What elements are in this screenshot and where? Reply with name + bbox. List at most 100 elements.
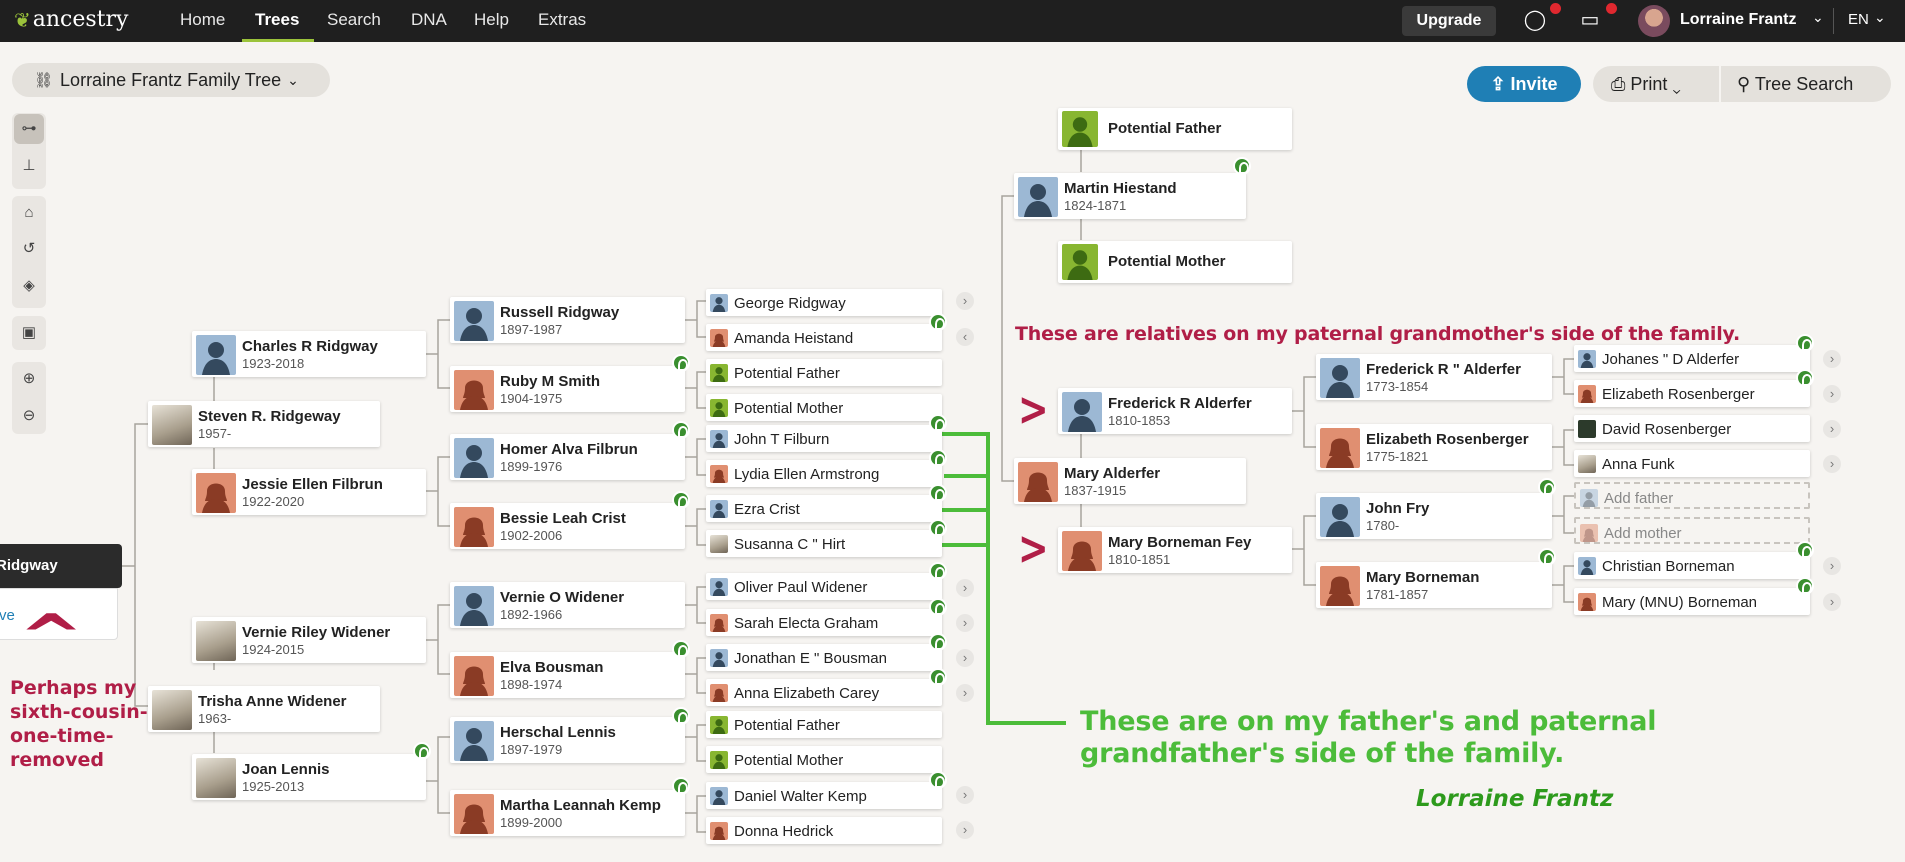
person-card-small[interactable]: John T Filburn [706, 425, 942, 452]
person-card-small[interactable]: Christian Borneman [1574, 552, 1810, 579]
person-card-small[interactable]: David Rosenberger [1574, 415, 1810, 442]
hint-leaf-icon[interactable] [1796, 577, 1814, 595]
person-dates: 1837-1915 [1064, 483, 1127, 498]
person-card-small[interactable]: Daniel Walter Kemp [706, 782, 942, 809]
unknown-avatar-icon [710, 751, 728, 769]
person-card[interactable]: Martha Leannah Kemp 1899-2000 [450, 790, 685, 836]
person-card-small[interactable]: Jonathan E " Bousman [706, 644, 942, 671]
chevron-right-icon[interactable]: › [956, 821, 974, 839]
hint-leaf-icon[interactable] [929, 313, 947, 331]
person-card[interactable]: Mary Borneman 1781-1857 [1316, 562, 1552, 608]
hint-leaf-icon[interactable] [929, 519, 947, 537]
person-card-small[interactable]: Lydia Ellen Armstrong [706, 460, 942, 487]
chevron-right-icon[interactable]: › [956, 786, 974, 804]
person-card[interactable]: Vernie Riley Widener 1924-2015 [192, 617, 426, 663]
female-avatar-icon [454, 656, 494, 696]
person-card[interactable]: John Fry 1780- [1316, 493, 1552, 539]
hint-leaf-icon[interactable] [1796, 541, 1814, 559]
person-card-small[interactable]: Anna Funk [1574, 450, 1810, 477]
person-card-small[interactable]: George Ridgway [706, 289, 942, 316]
person-card[interactable]: Joan Lennis 1925-2013 [192, 754, 426, 800]
person-card[interactable]: Herschal Lennis 1897-1979 [450, 717, 685, 763]
hint-leaf-icon[interactable] [413, 742, 431, 760]
hint-leaf-icon[interactable] [672, 777, 690, 795]
person-card[interactable]: Potential Father [1058, 108, 1292, 150]
person-card[interactable]: Steven R. Ridgeway 1957- [148, 401, 380, 447]
hint-leaf-icon[interactable] [672, 354, 690, 372]
chevron-right-icon[interactable]: › [1823, 350, 1841, 368]
person-card-small[interactable]: Oliver Paul Widener [706, 573, 942, 600]
person-card[interactable]: Charles R Ridgway 1923-2018 [192, 331, 426, 377]
add-father-card[interactable]: Add father [1574, 482, 1810, 509]
hint-leaf-icon[interactable] [929, 598, 947, 616]
person-photo [152, 405, 192, 445]
person-card[interactable]: Vernie O Widener 1892-1966 [450, 582, 685, 628]
person-card-small[interactable]: Mary (MNU) Borneman [1574, 588, 1810, 615]
hint-leaf-icon[interactable] [929, 771, 947, 789]
person-card[interactable]: Frederick R " Alderfer 1773-1854 [1316, 354, 1552, 400]
person-card-small[interactable]: Sarah Electa Graham [706, 609, 942, 636]
person-dates: 1963- [198, 711, 232, 726]
person-card[interactable]: Elva Bousman 1898-1974 [450, 652, 685, 698]
chevron-right-icon[interactable]: › [1823, 557, 1841, 575]
person-card[interactable]: Russell Ridgway 1897-1987 [450, 297, 685, 343]
person-card[interactable]: Martin Hiestand 1824-1871 [1014, 173, 1246, 219]
chevron-right-icon[interactable]: › [956, 684, 974, 702]
hint-leaf-icon[interactable] [929, 449, 947, 467]
person-card-small[interactable]: Johanes " D Alderfer [1574, 345, 1810, 372]
person-card[interactable]: Elizabeth Rosenberger 1775-1821 [1316, 424, 1552, 470]
home-person-card[interactable]: Ridgway [0, 544, 122, 588]
person-card[interactable]: Frederick R Alderfer 1810-1853 [1058, 388, 1292, 434]
hint-leaf-icon[interactable] [929, 414, 947, 432]
person-photo [152, 690, 192, 730]
hint-leaf-icon[interactable] [672, 421, 690, 439]
person-card-small[interactable]: Amanda Heistand [706, 324, 942, 351]
person-card-small[interactable]: Potential Mother [706, 746, 942, 773]
hint-leaf-icon[interactable] [1796, 369, 1814, 387]
hint-leaf-icon[interactable] [1233, 157, 1251, 175]
female-avatar-icon [1320, 566, 1360, 606]
female-avatar-icon [1320, 428, 1360, 468]
person-card-small[interactable]: Donna Hedrick [706, 817, 942, 844]
person-card[interactable]: Mary Borneman Fey 1810-1851 [1058, 527, 1292, 573]
chevron-right-icon[interactable]: › [1823, 593, 1841, 611]
person-dates: 1810-1851 [1108, 552, 1171, 567]
person-card[interactable]: Ruby M Smith 1904-1975 [450, 366, 685, 412]
add-mother-card[interactable]: Add mother [1574, 517, 1810, 544]
chevron-right-icon[interactable]: › [1823, 420, 1841, 438]
chevron-left-icon[interactable]: ‹ [956, 328, 974, 346]
hint-leaf-icon[interactable] [672, 707, 690, 725]
chevron-right-icon[interactable]: › [1823, 455, 1841, 473]
chevron-right-icon[interactable]: › [1823, 385, 1841, 403]
hint-leaf-icon[interactable] [672, 491, 690, 509]
hint-leaf-icon[interactable] [1538, 548, 1556, 566]
person-card[interactable]: Homer Alva Filbrun 1899-1976 [450, 434, 685, 480]
hint-leaf-icon[interactable] [929, 484, 947, 502]
person-card[interactable]: Bessie Leah Crist 1902-2006 [450, 503, 685, 549]
hint-leaf-icon[interactable] [929, 562, 947, 580]
person-card-small[interactable]: Ezra Crist [706, 495, 942, 522]
hint-leaf-icon[interactable] [929, 668, 947, 686]
hint-leaf-icon[interactable] [1538, 478, 1556, 496]
person-card-small[interactable]: Potential Father [706, 359, 942, 386]
hint-leaf-icon[interactable] [1796, 334, 1814, 352]
person-card-small[interactable]: Susanna C " Hirt [706, 530, 942, 557]
hint-leaf-icon[interactable] [672, 640, 690, 658]
person-card[interactable]: Jessie Ellen Filbrun 1922-2020 [192, 469, 426, 515]
chevron-right-icon[interactable]: › [956, 579, 974, 597]
chevron-right-icon[interactable]: › [956, 292, 974, 310]
person-card-small[interactable]: Elizabeth Rosenberger [1574, 380, 1810, 407]
person-card-small[interactable]: Potential Father [706, 711, 942, 738]
person-card-small[interactable]: Anna Elizabeth Carey [706, 679, 942, 706]
person-card-small[interactable]: Potential Mother [706, 394, 942, 421]
person-name: Ezra Crist [734, 501, 800, 518]
person-card[interactable]: Trisha Anne Widener 1963- [148, 686, 380, 732]
home-person-link[interactable]: ve [0, 607, 15, 624]
person-name: Susanna C " Hirt [734, 536, 846, 553]
person-card[interactable]: Mary Alderfer 1837-1915 [1014, 458, 1246, 504]
person-card[interactable]: Potential Mother [1058, 241, 1292, 283]
chevron-right-icon[interactable]: › [956, 649, 974, 667]
person-name: Joan Lennis [242, 761, 330, 778]
hint-leaf-icon[interactable] [929, 633, 947, 651]
chevron-right-icon[interactable]: › [956, 614, 974, 632]
